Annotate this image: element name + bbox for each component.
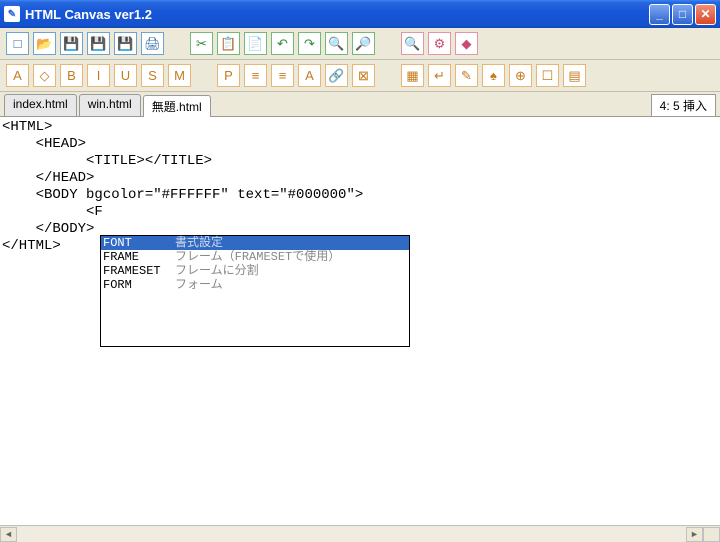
toolbar-button[interactable]: A (6, 64, 29, 87)
toolbar-button[interactable]: ⊠ (352, 64, 375, 87)
toolbar-button[interactable]: 🔍 (325, 32, 348, 55)
toolbar-button[interactable]: 🖨 (141, 32, 164, 55)
toolbar-button[interactable]: ♠ (482, 64, 505, 87)
toolbar-button[interactable]: ↷ (298, 32, 321, 55)
app-icon: ✎ (4, 6, 20, 22)
toolbar-button[interactable]: U (114, 64, 137, 87)
scroll-corner (703, 527, 720, 542)
toolbar-button[interactable]: 💾 (60, 32, 83, 55)
autocomplete-popup[interactable]: FONT書式設定FRAMEフレーム（FRAMESETで使用）FRAMESETフレ… (100, 235, 410, 347)
toolbar-button[interactable]: 🔎 (352, 32, 375, 55)
scroll-track[interactable] (17, 527, 686, 542)
toolbar-button[interactable]: 📄 (244, 32, 267, 55)
toolbar-button[interactable]: ≡ (271, 64, 294, 87)
toolbar-button[interactable]: A (298, 64, 321, 87)
toolbar-button[interactable]: 💾 (87, 32, 110, 55)
cursor-status: 4: 5 挿入 (651, 94, 716, 116)
toolbar-button[interactable]: ⚙ (428, 32, 451, 55)
scroll-right-arrow[interactable]: ► (686, 527, 703, 542)
toolbar-button[interactable]: M (168, 64, 191, 87)
scroll-left-arrow[interactable]: ◄ (0, 527, 17, 542)
toolbar-button[interactable]: ◆ (455, 32, 478, 55)
toolbar-button[interactable]: S (141, 64, 164, 87)
toolbar-button[interactable]: ▦ (401, 64, 424, 87)
titlebar: ✎ HTML Canvas ver1.2 _ □ ✕ (0, 0, 720, 28)
toolbar-button[interactable]: 📂 (33, 32, 56, 55)
horizontal-scrollbar[interactable]: ◄ ► (0, 525, 720, 542)
autocomplete-item[interactable]: FONT書式設定 (101, 236, 409, 250)
autocomplete-item[interactable]: FRAMESETフレームに分割 (101, 264, 409, 278)
toolbar-button[interactable]: 🔍 (401, 32, 424, 55)
code-editor[interactable]: <HTML> <HEAD> <TITLE></TITLE> </HEAD> <B… (0, 117, 720, 525)
toolbar-button[interactable]: ↶ (271, 32, 294, 55)
maximize-button[interactable]: □ (672, 4, 693, 25)
toolbar-button[interactable]: ⊕ (509, 64, 532, 87)
toolbar-button[interactable]: 💾 (114, 32, 137, 55)
toolbar-button[interactable]: I (87, 64, 110, 87)
toolbar-button[interactable]: ✎ (455, 64, 478, 87)
window-controls: _ □ ✕ (649, 4, 716, 25)
toolbar-button[interactable]: □ (6, 32, 29, 55)
toolbar-button[interactable]: ◇ (33, 64, 56, 87)
toolbar-button[interactable]: 📋 (217, 32, 240, 55)
toolbar-button[interactable]: 🔗 (325, 64, 348, 87)
toolbar-button[interactable]: ☐ (536, 64, 559, 87)
toolbar-button[interactable]: ✂ (190, 32, 213, 55)
title-text: HTML Canvas ver1.2 (25, 7, 152, 22)
file-tab[interactable]: win.html (79, 94, 141, 116)
tab-row: index.htmlwin.html無題.html 4: 5 挿入 (0, 92, 720, 117)
close-button[interactable]: ✕ (695, 4, 716, 25)
autocomplete-item[interactable]: FORMフォーム (101, 278, 409, 292)
file-tab[interactable]: index.html (4, 94, 77, 116)
minimize-button[interactable]: _ (649, 4, 670, 25)
autocomplete-item[interactable]: FRAMEフレーム（FRAMESETで使用） (101, 250, 409, 264)
toolbar-button[interactable]: P (217, 64, 240, 87)
toolbar-1: □📂💾💾💾🖨✂📋📄↶↷🔍🔎🔍⚙◆ (0, 28, 720, 60)
toolbar-button[interactable]: B (60, 64, 83, 87)
toolbar-button[interactable]: ▤ (563, 64, 586, 87)
file-tab[interactable]: 無題.html (143, 95, 211, 117)
toolbar-button[interactable]: ↵ (428, 64, 451, 87)
toolbar-button[interactable]: ≡ (244, 64, 267, 87)
toolbar-2: A◇BIUSMP≡≡A🔗⊠▦↵✎♠⊕☐▤ (0, 60, 720, 92)
